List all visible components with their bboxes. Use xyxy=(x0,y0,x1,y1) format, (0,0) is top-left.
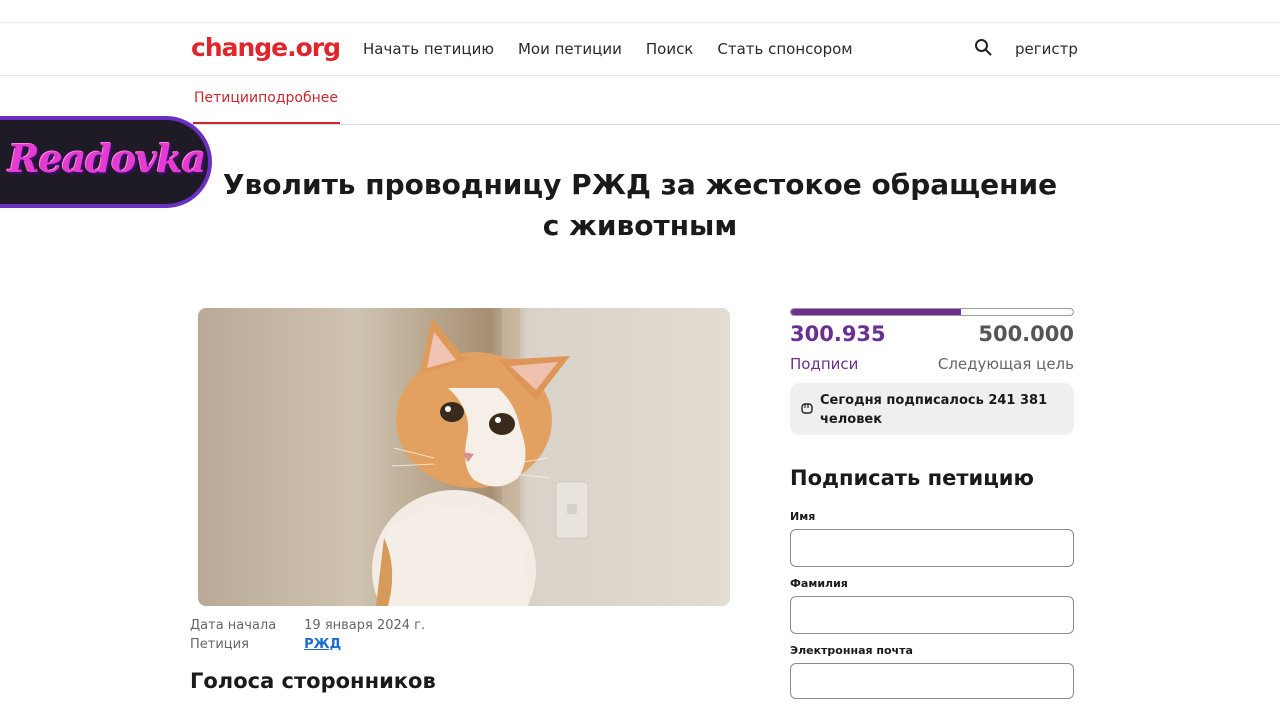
top-strip xyxy=(0,0,1280,23)
cat-illustration xyxy=(372,308,589,606)
last-name-field[interactable] xyxy=(790,596,1074,634)
active-tab-underline xyxy=(193,122,340,124)
progress-fill xyxy=(791,309,961,315)
start-date-value: 19 января 2024 г. xyxy=(304,618,426,633)
supporters-heading: Голоса сторонников xyxy=(190,669,436,693)
start-date-label: Дата начала xyxy=(190,618,277,633)
site-header: change.org Начать петицию Мои петиции По… xyxy=(0,23,1280,76)
today-signed-box: Сегодня подписалось 241 381 человек xyxy=(790,383,1074,435)
nav-become-sponsor[interactable]: Стать спонсором xyxy=(717,40,852,58)
main-nav: Начать петицию Мои петиции Поиск Стать с… xyxy=(363,40,853,58)
first-name-field[interactable] xyxy=(790,529,1074,567)
signature-count: 300.935 xyxy=(790,322,886,346)
petition-meta: Дата начала 19 января 2024 г. Петиция РЖ… xyxy=(190,616,425,654)
next-goal: 500.000 xyxy=(978,322,1074,346)
search-icon[interactable] xyxy=(974,38,992,56)
next-goal-label: Следующая цель xyxy=(937,355,1074,373)
petition-subnav: Петицииподробнее xyxy=(0,76,1280,125)
change-org-logo[interactable]: change.org xyxy=(191,33,341,62)
readovka-logo: Readovka xyxy=(8,136,206,181)
cat-photo xyxy=(198,308,730,606)
email-label: Электронная почта xyxy=(790,644,913,657)
tab-petition-details[interactable]: Петицииподробнее xyxy=(194,90,338,106)
register-link[interactable]: регистр xyxy=(1015,40,1078,58)
petition-title: Уволить проводницу РЖД за жестокое обращ… xyxy=(222,168,1058,242)
email-field[interactable] xyxy=(790,663,1074,699)
first-name-label: Имя xyxy=(790,510,816,523)
signature-progress-bar xyxy=(790,308,1074,316)
readovka-watermark: Readovka xyxy=(0,116,212,208)
today-signed-text: Сегодня подписалось 241 381 человек xyxy=(820,393,1048,427)
nav-search[interactable]: Поиск xyxy=(646,40,694,58)
signatures-label: Подписи xyxy=(790,355,859,373)
last-name-label: Фамилия xyxy=(790,577,848,590)
nav-my-petitions[interactable]: Мои петиции xyxy=(518,40,622,58)
sign-petition-heading: Подписать петицию xyxy=(790,466,1034,490)
nav-start-petition[interactable]: Начать петицию xyxy=(363,40,494,58)
petition-target-link[interactable]: РЖД xyxy=(304,637,341,652)
fist-icon xyxy=(801,403,813,414)
petition-target-label: Петиция xyxy=(190,637,249,652)
